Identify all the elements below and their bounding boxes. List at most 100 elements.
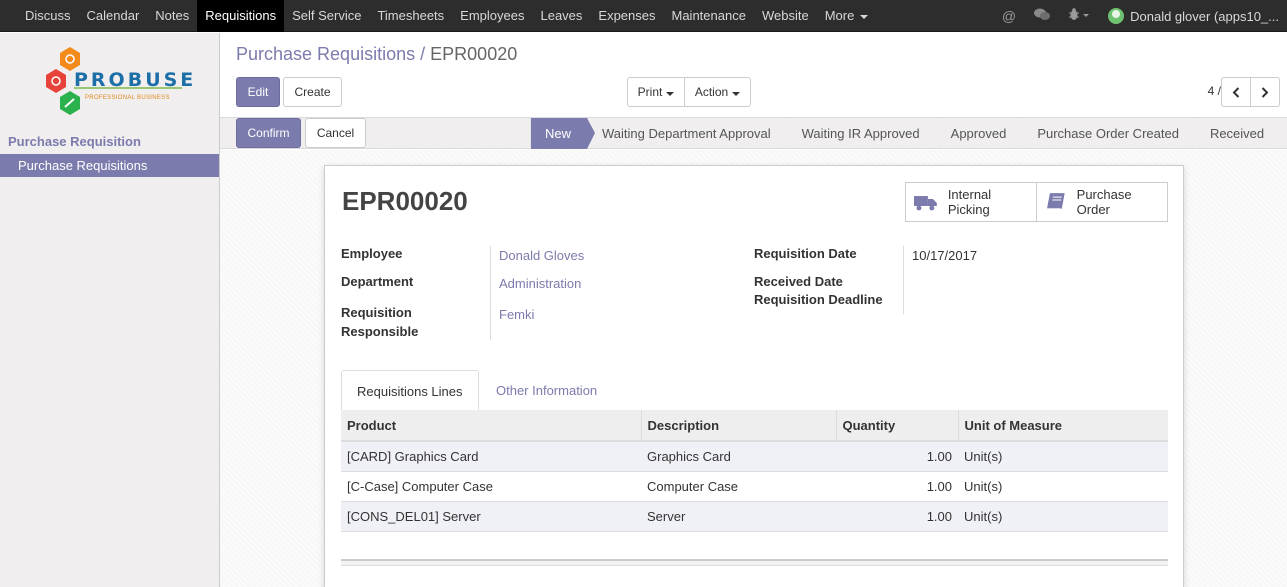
print-label: Print	[637, 85, 663, 99]
status-bar: Confirm Cancel New Waiting Department Ap…	[220, 117, 1287, 149]
cell-product: [C-Case] Computer Case	[341, 471, 641, 502]
stage-approved: Approved	[935, 118, 1030, 149]
menu-leaves[interactable]: Leaves	[532, 0, 590, 32]
table-row[interactable]: [CONS_DEL01] Server Server 1.00 Unit(s)	[341, 501, 1168, 532]
pager-previous-button[interactable]	[1221, 77, 1251, 107]
menu-timesheets[interactable]: Timesheets	[369, 0, 452, 32]
stage-new: New	[530, 118, 596, 149]
table-row[interactable]: [C-Case] Computer Case Computer Case 1.0…	[341, 471, 1168, 502]
book-icon	[1046, 193, 1065, 210]
cell-description: Server	[641, 501, 836, 532]
breadcrumb: Purchase Requisitions / EPR00020	[236, 44, 517, 65]
avatar	[1108, 8, 1125, 24]
divider	[903, 246, 904, 314]
cell-product: [CONS_DEL01] Server	[341, 501, 641, 532]
at-sign-icon[interactable]: @	[1002, 8, 1016, 24]
tab-other-information[interactable]: Other Information	[481, 370, 612, 411]
chevron-down-icon	[662, 85, 674, 99]
cell-description: Computer Case	[641, 471, 836, 502]
truck-icon	[914, 196, 937, 211]
requisition-lines-table: Product Description Quantity Unit of Mea…	[341, 410, 1168, 532]
bug-icon[interactable]	[1068, 8, 1090, 24]
cell-quantity: 1.00	[836, 501, 958, 532]
user-name: Donald glover (apps10_...	[1130, 8, 1279, 24]
chevron-right-icon	[1261, 86, 1269, 98]
cell-uom: Unit(s)	[958, 501, 1168, 532]
record-title: EPR00020	[342, 186, 468, 216]
logo-tagline: PROFESSIONAL BUSINESS	[85, 95, 170, 101]
requisition-responsible-label: Requisition Responsible	[341, 305, 419, 339]
main-content: Purchase Requisitions / EPR00020 Edit Cr…	[220, 33, 1287, 587]
table-row[interactable]: [CARD] Graphics Card Graphics Card 1.00 …	[341, 441, 1168, 472]
action-label: Action	[694, 85, 729, 99]
breadcrumb-parent[interactable]: Purchase Requisitions	[236, 44, 415, 64]
logo-wordmark: PROBUSE	[74, 69, 197, 91]
menu-notes[interactable]: Notes	[147, 0, 197, 32]
action-dropdown[interactable]: Action	[684, 77, 751, 107]
company-logo[interactable]: PROBUSE PROFESSIONAL BUSINESS	[40, 45, 193, 121]
menu-calendar[interactable]: Calendar	[79, 0, 148, 32]
menu-discuss[interactable]: Discuss	[17, 0, 79, 32]
chevron-left-icon	[1232, 86, 1240, 98]
chat-bubbles-icon[interactable]	[1034, 8, 1051, 24]
department-label: Department	[341, 274, 414, 289]
breadcrumb-current: EPR00020	[430, 44, 518, 64]
cell-quantity: 1.00	[836, 441, 958, 472]
menu-employees[interactable]: Employees	[452, 0, 532, 32]
table-header-row: Product Description Quantity Unit of Mea…	[341, 410, 1168, 442]
stage-waiting-ir-approved: Waiting IR Approved	[786, 118, 944, 149]
purchase-order-label: Purchase Order	[1076, 187, 1132, 217]
menu-more-label: More	[824, 8, 855, 23]
menu-maintenance[interactable]: Maintenance	[664, 0, 754, 32]
pager-next-button[interactable]	[1250, 77, 1280, 107]
employee-label: Employee	[341, 246, 403, 261]
menu-website[interactable]: Website	[754, 0, 817, 32]
internal-picking-label: Internal Picking	[947, 187, 992, 217]
menu-more[interactable]: More	[817, 0, 877, 32]
form-sheet: EPR00020 Internal Picking Purchase Order…	[324, 165, 1184, 587]
table-footer	[341, 559, 1168, 566]
tab-requisitions-lines[interactable]: Requisitions Lines	[341, 370, 479, 411]
column-product[interactable]: Product	[341, 410, 642, 442]
requisition-responsible-field[interactable]: Femki	[499, 307, 534, 322]
column-description[interactable]: Description	[641, 410, 837, 442]
cell-uom: Unit(s)	[958, 441, 1168, 472]
create-button[interactable]: Create	[283, 77, 342, 107]
menu-self-service[interactable]: Self Service	[284, 0, 369, 32]
column-quantity[interactable]: Quantity	[836, 410, 959, 442]
sidebar-item-purchase-requisitions[interactable]: Purchase Requisitions	[0, 154, 219, 177]
purchase-order-button[interactable]: Purchase Order	[1036, 182, 1168, 222]
column-unit-of-measure[interactable]: Unit of Measure	[958, 410, 1168, 442]
requisition-date-field[interactable]: 10/17/2017	[912, 248, 977, 263]
stage-waiting-department-approval: Waiting Department Approval	[587, 118, 795, 149]
user-menu[interactable]: Donald glover (apps10_...	[1108, 8, 1279, 24]
print-dropdown[interactable]: Print	[627, 77, 685, 107]
sidebar: PROBUSE PROFESSIONAL BUSINESS Purchase R…	[0, 33, 220, 587]
confirm-button[interactable]: Confirm	[236, 118, 301, 148]
department-field[interactable]: Administration	[499, 276, 581, 291]
cell-product: [CARD] Graphics Card	[341, 441, 641, 472]
cell-uom: Unit(s)	[958, 471, 1168, 502]
top-navbar: Discuss Calendar Notes Requisitions Self…	[0, 0, 1287, 32]
stage-pipeline: New Waiting Department Approval Waiting …	[530, 118, 1287, 149]
internal-picking-button[interactable]: Internal Picking	[905, 182, 1037, 222]
breadcrumb-separator: /	[420, 44, 426, 64]
cancel-button[interactable]: Cancel	[305, 118, 366, 148]
notebook-tabs: Requisitions Lines Other Information	[341, 370, 1168, 411]
stage-purchase-order-created: Purchase Order Created	[1022, 118, 1203, 149]
systray: @ Donald glover (apps10_...	[1002, 0, 1279, 32]
employee-field[interactable]: Donald Gloves	[499, 248, 584, 263]
chevron-down-icon	[728, 85, 740, 99]
stage-received: Received	[1194, 118, 1287, 149]
requisition-deadline-label: Requisition Deadline	[754, 292, 883, 307]
sidebar-section-title: Purchase Requisition	[8, 134, 141, 149]
menu-expenses[interactable]: Expenses	[590, 0, 663, 32]
chevron-down-icon	[860, 14, 869, 19]
menu-requisitions[interactable]: Requisitions	[197, 0, 285, 32]
cell-description: Graphics Card	[641, 441, 836, 472]
requisition-date-label: Requisition Date	[754, 246, 857, 261]
app-menu: Discuss Calendar Notes Requisitions Self…	[0, 0, 877, 32]
received-date-label: Received Date	[754, 274, 843, 289]
cell-quantity: 1.00	[836, 471, 958, 502]
edit-button[interactable]: Edit	[236, 77, 280, 107]
